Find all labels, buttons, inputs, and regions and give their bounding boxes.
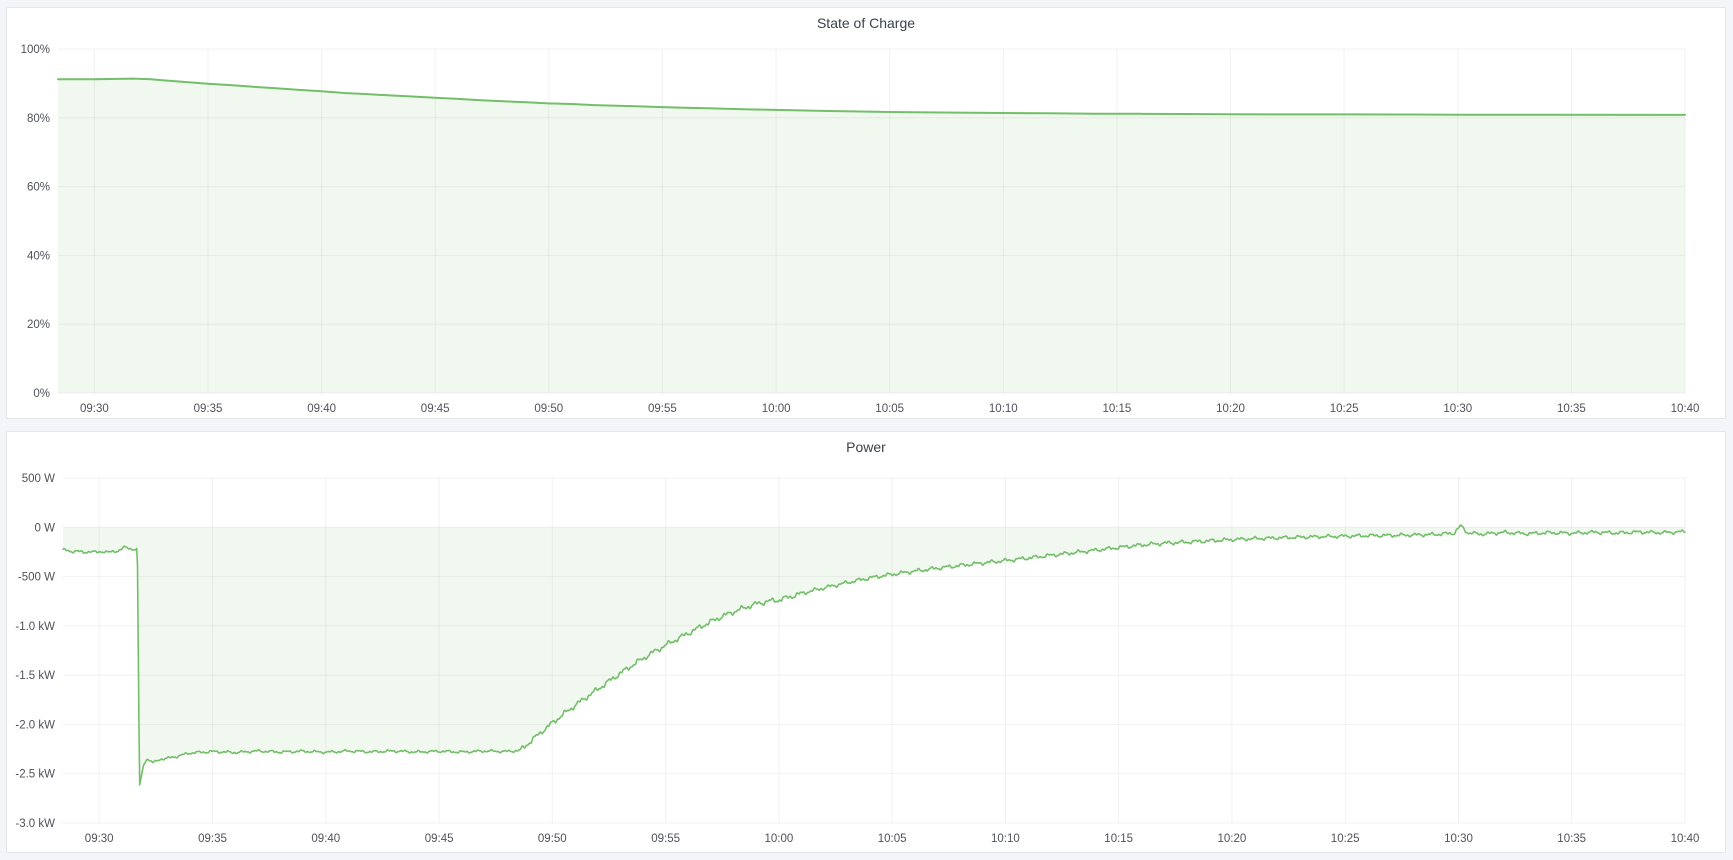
x-tick-label: 09:40	[307, 403, 336, 415]
y-tick-label: -2.5 kW	[15, 769, 55, 781]
x-tick-label: 10:35	[1557, 833, 1586, 845]
grafana-dashboard: { "panels": [ { "title": "State of Charg…	[0, 0, 1733, 860]
y-tick-label: 20%	[27, 319, 50, 331]
y-tick-label: 0 W	[35, 522, 56, 534]
y-tick-label: 80%	[27, 113, 50, 125]
x-tick-label: 10:10	[989, 403, 1018, 415]
x-tick-label: 10:30	[1443, 403, 1472, 415]
y-tick-label: -1.0 kW	[15, 621, 55, 633]
y-tick-label: -1.5 kW	[15, 670, 55, 682]
x-tick-label: 10:05	[875, 403, 904, 415]
y-tick-label: 500 W	[22, 473, 55, 485]
panel-state-of-charge: State of Charge 100%80%60%40%20%0%09:300…	[6, 7, 1726, 419]
x-tick-label: 10:20	[1216, 403, 1245, 415]
y-tick-label: 40%	[27, 250, 50, 262]
y-tick-label: -3.0 kW	[15, 818, 55, 830]
x-tick-label: 10:15	[1104, 833, 1133, 845]
x-tick-label: 09:40	[311, 833, 340, 845]
x-tick-label: 09:50	[534, 403, 563, 415]
x-tick-label: 10:20	[1218, 833, 1247, 845]
x-tick-label: 09:45	[421, 403, 450, 415]
series-area-fill	[63, 525, 1685, 785]
x-tick-label: 09:45	[425, 833, 454, 845]
y-tick-label: 60%	[27, 182, 50, 194]
x-tick-label: 10:35	[1557, 403, 1586, 415]
x-tick-label: 09:55	[651, 833, 680, 845]
x-tick-label: 10:00	[765, 833, 794, 845]
panel-power: Power 500 W0 W-500 W-1.0 kW-1.5 kW-2.0 k…	[6, 431, 1726, 853]
x-tick-label: 10:25	[1330, 403, 1359, 415]
x-tick-label: 09:35	[198, 833, 227, 845]
x-tick-label: 10:25	[1331, 833, 1360, 845]
x-tick-label: 09:55	[648, 403, 677, 415]
y-tick-label: 100%	[21, 44, 50, 56]
x-tick-label: 10:40	[1671, 403, 1700, 415]
x-tick-label: 10:05	[878, 833, 907, 845]
x-tick-label: 10:40	[1671, 833, 1700, 845]
x-tick-label: 09:35	[194, 403, 223, 415]
x-tick-label: 10:00	[762, 403, 791, 415]
y-tick-label: -500 W	[18, 572, 55, 584]
x-tick-label: 10:30	[1444, 833, 1473, 845]
y-tick-label: -2.0 kW	[15, 719, 55, 731]
y-tick-label: 0%	[33, 388, 50, 400]
x-tick-label: 10:10	[991, 833, 1020, 845]
state-of-charge-chart-canvas[interactable]: 100% 80% 60% 40% 20% 0% 09:30 09:35 09:40 09:45 09…	[7, 8, 1727, 420]
power-chart-canvas[interactable]: 500 W 0 W -500 W -1.0 kW -1.5 kW -2.0 kW -2.5 …	[7, 432, 1727, 854]
x-tick-label: 10:15	[1103, 403, 1132, 415]
x-tick-label: 09:50	[538, 833, 567, 845]
x-tick-label: 09:30	[80, 403, 109, 415]
x-tick-label: 09:30	[85, 833, 114, 845]
series-area-fill	[58, 79, 1685, 393]
